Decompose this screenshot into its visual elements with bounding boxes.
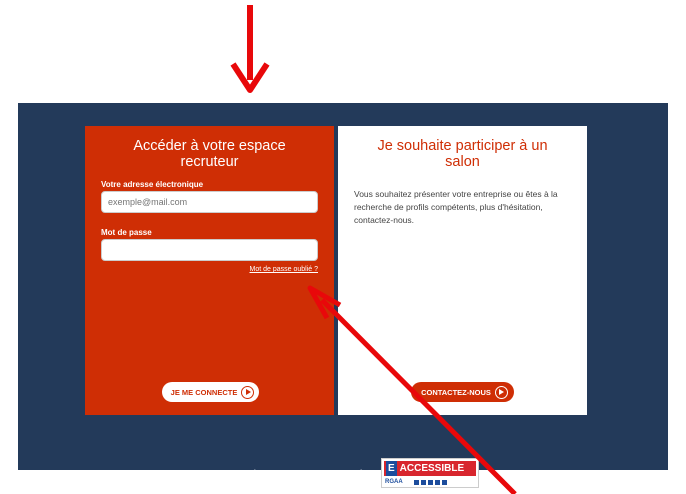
salon-panel: Je souhaite participer à un salon Vous s…: [338, 126, 587, 415]
salon-description: Vous souhaitez présenter votre entrepris…: [354, 189, 558, 225]
login-title: Accéder à votre espace recruteur: [133, 138, 286, 170]
login-panel: Accéder à votre espace recruteur Votre a…: [85, 126, 334, 415]
arrow-icon: [230, 5, 270, 93]
badge-header: E ACCESSIBLE: [384, 461, 476, 476]
accessibility-link[interactable]: ACCESSIBILITÉ: [300, 469, 364, 478]
badge-sub: RGAA: [385, 479, 403, 485]
email-field[interactable]: [101, 191, 318, 213]
play-circle-icon: [494, 385, 508, 399]
play-circle-icon: [241, 385, 255, 399]
accessibility-badge[interactable]: E ACCESSIBLE RGAA: [381, 458, 479, 488]
salon-title: Je souhaite participer à un salon: [377, 138, 548, 170]
password-field[interactable]: [101, 239, 318, 261]
email-label: Votre adresse électronique: [101, 180, 204, 189]
badge-letter: E: [386, 461, 397, 476]
connect-button-label: JE ME CONNECTE: [170, 387, 238, 397]
contact-button-label: CONTACTEZ-NOUS: [421, 387, 491, 397]
legal-notice-link[interactable]: MENTIONS LÉGALES: [200, 469, 285, 478]
badge-word: ACCESSIBLE: [399, 463, 465, 474]
password-label: Mot de passe: [101, 228, 152, 237]
footer-links: MENTIONS LÉGALES | ACCESSIBILITÉ: [200, 469, 364, 478]
badge-level-dots: [413, 479, 447, 485]
badge-footer: RGAA: [385, 478, 475, 486]
forgot-password-link[interactable]: Mot de passe oublié ?: [250, 266, 319, 273]
connect-button[interactable]: JE ME CONNECTE: [162, 382, 259, 402]
contact-button[interactable]: CONTACTEZ-NOUS: [411, 382, 514, 402]
footer-separator: |: [291, 469, 295, 478]
